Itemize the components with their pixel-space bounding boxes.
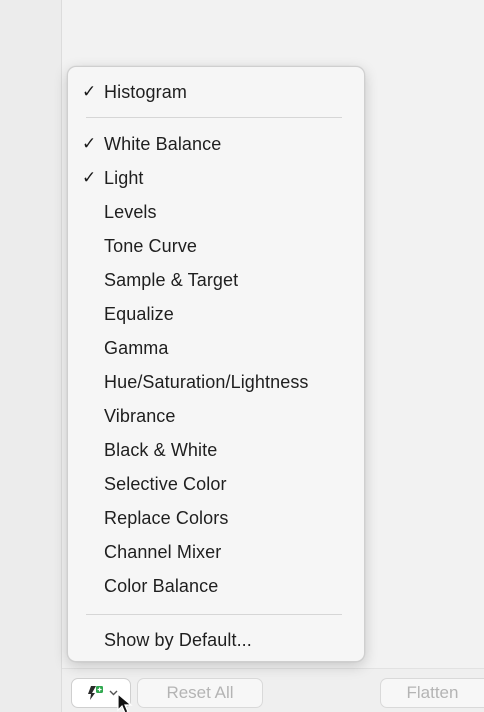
reset-all-button[interactable]: Reset All xyxy=(137,678,263,708)
menu-item-tone-curve[interactable]: Tone Curve xyxy=(76,231,356,261)
menu-item-levels[interactable]: Levels xyxy=(76,197,356,227)
menu-item-label: Gamma xyxy=(104,337,169,358)
sidebar xyxy=(0,0,62,712)
menu-item-color-balance[interactable]: Color Balance xyxy=(76,571,356,601)
checkmark-icon: ✓ xyxy=(82,168,97,187)
menu-item-label: Hue/Saturation/Lightness xyxy=(104,371,309,392)
menu-item-sample-target[interactable]: Sample & Target xyxy=(76,265,356,295)
add-adjustment-icon xyxy=(87,686,103,700)
mouse-cursor-icon xyxy=(117,693,133,712)
menu-item-hue-saturation-lightness[interactable]: Hue/Saturation/Lightness xyxy=(76,367,356,397)
menu-item-label: Tone Curve xyxy=(104,235,198,256)
menu-item-label: Levels xyxy=(104,201,157,222)
adjustments-menu: ✓ Histogram ✓ White Balance ✓ Light Leve… xyxy=(67,66,365,662)
menu-item-vibrance[interactable]: Vibrance xyxy=(76,401,356,431)
menu-item-label: Channel Mixer xyxy=(104,541,222,562)
menu-item-show-by-default[interactable]: Show by Default... xyxy=(76,625,356,655)
menu-item-selective-color[interactable]: Selective Color xyxy=(76,469,356,499)
menu-item-label: Light xyxy=(104,167,144,188)
menu-separator xyxy=(86,614,342,615)
menu-item-label: Color Balance xyxy=(104,575,219,596)
menu-item-replace-colors[interactable]: Replace Colors xyxy=(76,503,356,533)
menu-item-histogram[interactable]: ✓ Histogram xyxy=(76,77,356,107)
menu-item-light[interactable]: ✓ Light xyxy=(76,163,356,193)
menu-item-label: Histogram xyxy=(104,81,187,102)
menu-item-black-white[interactable]: Black & White xyxy=(76,435,356,465)
menu-item-white-balance[interactable]: ✓ White Balance xyxy=(76,129,356,159)
menu-item-gamma[interactable]: Gamma xyxy=(76,333,356,363)
adjustments-window: ✓ Histogram ✓ White Balance ✓ Light Leve… xyxy=(0,0,484,712)
menu-item-label: White Balance xyxy=(104,133,222,154)
menu-separator xyxy=(86,117,342,118)
checkmark-icon: ✓ xyxy=(82,134,97,153)
menu-item-label: Vibrance xyxy=(104,405,176,426)
menu-item-label: Replace Colors xyxy=(104,507,229,528)
menu-item-label: Show by Default... xyxy=(104,629,252,650)
menu-item-label: Equalize xyxy=(104,303,174,324)
menu-item-label: Black & White xyxy=(104,439,218,460)
menu-item-channel-mixer[interactable]: Channel Mixer xyxy=(76,537,356,567)
menu-item-label: Selective Color xyxy=(104,473,227,494)
menu-item-equalize[interactable]: Equalize xyxy=(76,299,356,329)
checkmark-icon: ✓ xyxy=(82,82,97,101)
flatten-button[interactable]: Flatten xyxy=(380,678,484,708)
menu-item-label: Sample & Target xyxy=(104,269,239,290)
